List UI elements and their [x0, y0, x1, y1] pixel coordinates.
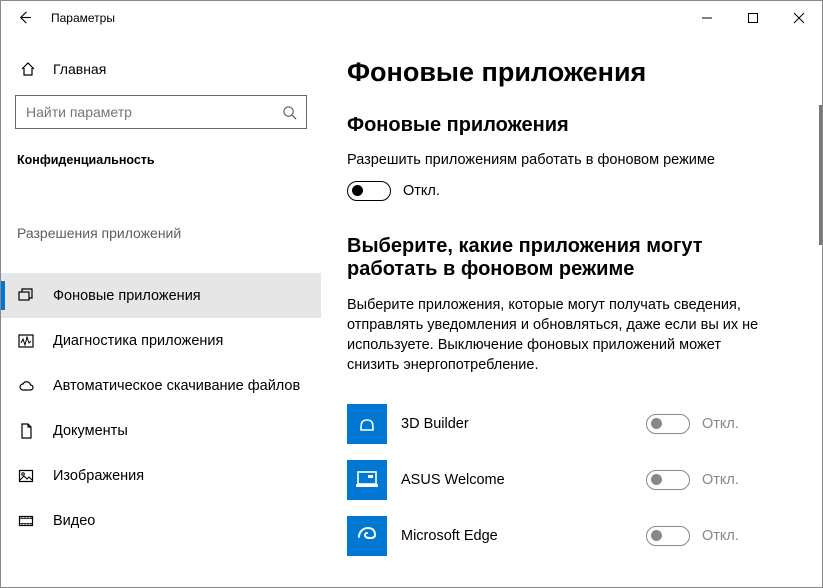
app-toggle[interactable]	[646, 414, 690, 434]
section-heading-2: Выберите, какие приложения могут работат…	[347, 235, 776, 281]
diagnostics-icon	[17, 333, 35, 349]
app-name: ASUS Welcome	[401, 472, 646, 488]
app-toggle[interactable]	[646, 526, 690, 546]
app-row-microsoft-edge: Microsoft Edge Откл.	[347, 508, 776, 564]
scrollbar[interactable]	[819, 105, 822, 245]
sidebar-item-documents[interactable]: Документы	[1, 408, 321, 453]
video-icon	[17, 513, 35, 529]
search-box[interactable]	[15, 95, 307, 129]
app-name: 3D Builder	[401, 416, 646, 432]
picture-icon	[17, 468, 35, 484]
home-nav[interactable]: Главная	[1, 53, 321, 85]
sidebar-item-label: Фоновые приложения	[53, 288, 201, 304]
back-button[interactable]	[7, 1, 41, 35]
home-icon	[19, 61, 37, 77]
section-label: Разрешения приложений	[1, 225, 321, 241]
master-toggle[interactable]	[347, 181, 391, 201]
sidebar-item-label: Диагностика приложения	[53, 333, 223, 349]
page-title: Фоновые приложения	[347, 57, 776, 88]
cloud-icon	[17, 378, 35, 394]
app-toggle-state: Откл.	[702, 472, 739, 488]
app-icon-3d-builder	[347, 404, 387, 444]
search-input[interactable]	[24, 103, 280, 121]
sidebar-item-label: Видео	[53, 513, 95, 529]
sidebar-item-pictures[interactable]: Изображения	[1, 453, 321, 498]
background-apps-icon	[17, 288, 35, 304]
maximize-button[interactable]	[730, 1, 776, 35]
app-name: Microsoft Edge	[401, 528, 646, 544]
home-label: Главная	[53, 61, 106, 77]
app-icon-asus-welcome	[347, 460, 387, 500]
app-row-asus-welcome: ASUS Welcome Откл.	[347, 452, 776, 508]
sidebar-item-video[interactable]: Видео	[1, 498, 321, 543]
section-heading-1: Фоновые приложения	[347, 114, 776, 137]
sidebar-item-app-diagnostics[interactable]: Диагностика приложения	[1, 318, 321, 363]
category-header: Конфиденциальность	[1, 143, 321, 177]
sidebar-item-auto-downloads[interactable]: Автоматическое скачивание файлов	[1, 363, 321, 408]
minimize-button[interactable]	[684, 1, 730, 35]
app-toggle-state: Откл.	[702, 528, 739, 544]
allow-description: Разрешить приложениям работать в фоновом…	[347, 151, 776, 171]
document-icon	[17, 423, 35, 439]
content-area: Фоновые приложения Фоновые приложения Ра…	[321, 35, 822, 587]
section-description: Выберите приложения, которые могут получ…	[347, 295, 767, 376]
sidebar-item-label: Изображения	[53, 468, 144, 484]
search-icon	[280, 105, 298, 120]
app-toggle-state: Откл.	[702, 416, 739, 432]
app-row-3d-builder: 3D Builder Откл.	[347, 396, 776, 452]
master-toggle-state: Откл.	[403, 183, 440, 199]
sidebar-item-label: Автоматическое скачивание файлов	[53, 378, 300, 394]
sidebar-item-label: Документы	[53, 423, 128, 439]
close-button[interactable]	[776, 1, 822, 35]
app-toggle[interactable]	[646, 470, 690, 490]
window-title: Параметры	[51, 11, 115, 25]
app-icon-edge	[347, 516, 387, 556]
sidebar-item-background-apps[interactable]: Фоновые приложения	[1, 273, 321, 318]
